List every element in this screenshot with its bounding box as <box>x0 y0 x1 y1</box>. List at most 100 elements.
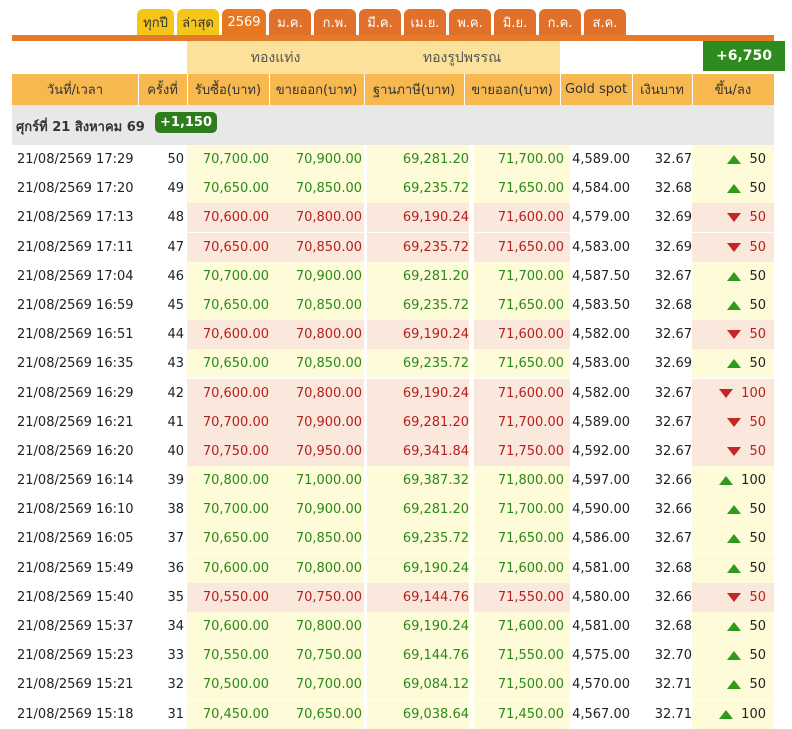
bar-sell-cell: 70,900.00 <box>295 502 362 518</box>
change-value: 50 <box>749 414 766 430</box>
col-thb-header[interactable]: เงินบาท <box>632 74 692 105</box>
col-jewelry-sell-header[interactable]: ขายออก(บาท) <box>464 74 560 105</box>
bar-sell-cell: 70,900.00 <box>295 152 362 167</box>
table-row: 21/08/2569 16:14 39 70,800.00 71,000.00 69,3… <box>12 466 774 496</box>
thb-cell: 32.66 <box>654 502 692 518</box>
jewelry-sell-cell: 71,600.00 <box>497 327 564 343</box>
change-value: 50 <box>749 589 766 605</box>
tab-mar[interactable]: มี.ค. <box>359 9 401 35</box>
bar-sell-cell: 70,850.00 <box>295 239 362 255</box>
jewelry-base-cell: 69,281.20 <box>402 502 469 518</box>
round-cell: 36 <box>167 560 184 576</box>
bar-buy-cell: 70,750.00 <box>202 443 269 459</box>
thb-cell: 32.69 <box>654 356 692 372</box>
bar-buy-cell: 70,600.00 <box>202 619 269 634</box>
change-value: 100 <box>741 706 766 722</box>
jewelry-sell-cell: 71,600.00 <box>497 210 564 226</box>
table-row: 21/08/2569 16:10 38 70,700.00 70,900.00 69,2… <box>12 495 774 525</box>
round-cell: 43 <box>167 356 184 372</box>
tab-feb[interactable]: ก.พ. <box>314 9 356 35</box>
change-cell: 50 <box>692 349 774 378</box>
jewelry-base-cell: 69,387.32 <box>402 473 469 489</box>
tab-year-2569[interactable]: 2569 <box>222 9 266 35</box>
jewelry-sell-cell: 71,650.00 <box>497 531 564 547</box>
datetime-cell: 21/08/2569 16:10 <box>17 502 134 518</box>
table-row: 21/08/2569 16:59 45 70,650.00 70,850.00 69,2… <box>12 290 774 320</box>
thb-cell: 32.69 <box>654 210 692 226</box>
group-header-row: ทองแท่ง ทองรูปพรรณ +6,750 <box>12 41 785 74</box>
change-cell: 50 <box>692 554 774 583</box>
jewelry-sell-cell: 71,600.00 <box>497 619 564 634</box>
bar-sell-cell: 70,950.00 <box>295 443 362 459</box>
change-value: 50 <box>749 210 766 226</box>
datetime-cell: 21/08/2569 15:21 <box>17 677 134 693</box>
table-row: 21/08/2569 17:11 47 70,650.00 70,850.00 69,2… <box>12 232 774 262</box>
datetime-cell: 21/08/2569 16:14 <box>17 473 134 489</box>
table-row: 21/08/2569 17:29 50 70,700.00 70,900.00 69,2… <box>12 145 774 174</box>
gold-spot-cell: 4,581.00 <box>572 619 630 634</box>
tab-jan[interactable]: ม.ค. <box>269 9 311 35</box>
round-cell: 45 <box>167 297 184 313</box>
col-jewelry-base-header[interactable]: ฐานภาษี(บาท) <box>364 74 464 105</box>
datetime-cell: 21/08/2569 17:13 <box>17 210 134 226</box>
bar-sell-cell: 70,650.00 <box>295 706 362 722</box>
bar-buy-cell: 70,700.00 <box>202 502 269 518</box>
col-change-header[interactable]: ขึ้น/ลง <box>692 74 774 105</box>
tab-jul[interactable]: ก.ค. <box>539 9 581 35</box>
datetime-cell: 21/08/2569 16:20 <box>17 443 134 459</box>
datetime-cell: 21/08/2569 16:59 <box>17 297 134 313</box>
day-label: ศุกร์ที่ 21 สิงหาคม 69 <box>16 120 145 135</box>
arrow-down-icon <box>727 417 742 427</box>
bar-buy-cell: 70,700.00 <box>202 414 269 430</box>
change-cell: 100 <box>692 700 774 729</box>
datetime-cell: 21/08/2569 16:51 <box>17 327 134 343</box>
change-value: 50 <box>749 181 766 197</box>
change-cell: 50 <box>692 408 774 437</box>
bar-sell-cell: 70,800.00 <box>295 327 362 343</box>
arrow-up-icon <box>727 184 742 194</box>
jewelry-base-cell: 69,190.24 <box>402 210 469 226</box>
thb-cell: 32.67 <box>654 268 692 284</box>
table-row: 21/08/2569 17:20 49 70,650.00 70,850.00 69,2… <box>12 174 774 204</box>
tab-apr[interactable]: เม.ย. <box>404 9 446 35</box>
tab-latest[interactable]: ล่าสุด <box>177 9 219 35</box>
change-cell: 50 <box>692 524 774 553</box>
round-cell: 47 <box>167 239 184 255</box>
col-round-header[interactable]: ครั้งที่ <box>138 74 187 105</box>
tab-jun[interactable]: มิ.ย. <box>494 9 536 35</box>
day-change-badge: +1,150 <box>155 112 218 133</box>
round-cell: 49 <box>167 181 184 197</box>
thb-cell: 32.67 <box>654 443 692 459</box>
jewelry-sell-cell: 71,700.00 <box>497 414 564 430</box>
bar-buy-cell: 70,600.00 <box>202 560 269 576</box>
arrow-down-icon <box>727 592 742 602</box>
jewelry-base-cell: 69,190.24 <box>402 327 469 343</box>
change-cell: 50 <box>692 641 774 670</box>
tab-aug[interactable]: ส.ค. <box>584 9 626 35</box>
round-cell: 37 <box>167 531 184 547</box>
tab-may[interactable]: พ.ค. <box>449 9 491 35</box>
table-row: 21/08/2569 17:13 48 70,600.00 70,800.00 69,1… <box>12 203 774 233</box>
gold-spot-cell: 4,582.00 <box>572 327 630 343</box>
arrow-up-icon <box>727 680 742 690</box>
change-cell: 50 <box>692 174 774 203</box>
col-bar-buy-header[interactable]: รับซื้อ(บาท) <box>187 74 269 105</box>
datetime-cell: 21/08/2569 17:20 <box>17 181 134 197</box>
thb-cell: 32.71 <box>654 677 692 693</box>
table-row: 21/08/2569 15:18 31 70,450.00 70,650.00 69,0… <box>12 699 774 729</box>
col-gold-spot-header[interactable]: Gold spot <box>560 74 632 105</box>
bar-sell-cell: 70,850.00 <box>295 531 362 547</box>
table-row: 21/08/2569 16:35 43 70,650.00 70,850.00 69,2… <box>12 349 774 379</box>
tab-all-years[interactable]: ทุกปี <box>137 9 174 35</box>
change-value: 50 <box>749 297 766 313</box>
thb-cell: 32.70 <box>654 648 692 664</box>
round-cell: 42 <box>167 385 184 401</box>
jewelry-sell-cell: 71,800.00 <box>497 473 564 489</box>
col-bar-sell-header[interactable]: ขายออก(บาท) <box>269 74 364 105</box>
jewelry-base-cell: 69,235.72 <box>402 356 469 372</box>
col-datetime-header[interactable]: วันที่/เวลา <box>12 74 138 105</box>
round-cell: 38 <box>167 502 184 518</box>
gold-spot-cell: 4,582.00 <box>572 385 630 401</box>
thb-cell: 32.67 <box>654 152 692 167</box>
arrow-up-icon <box>727 300 742 310</box>
